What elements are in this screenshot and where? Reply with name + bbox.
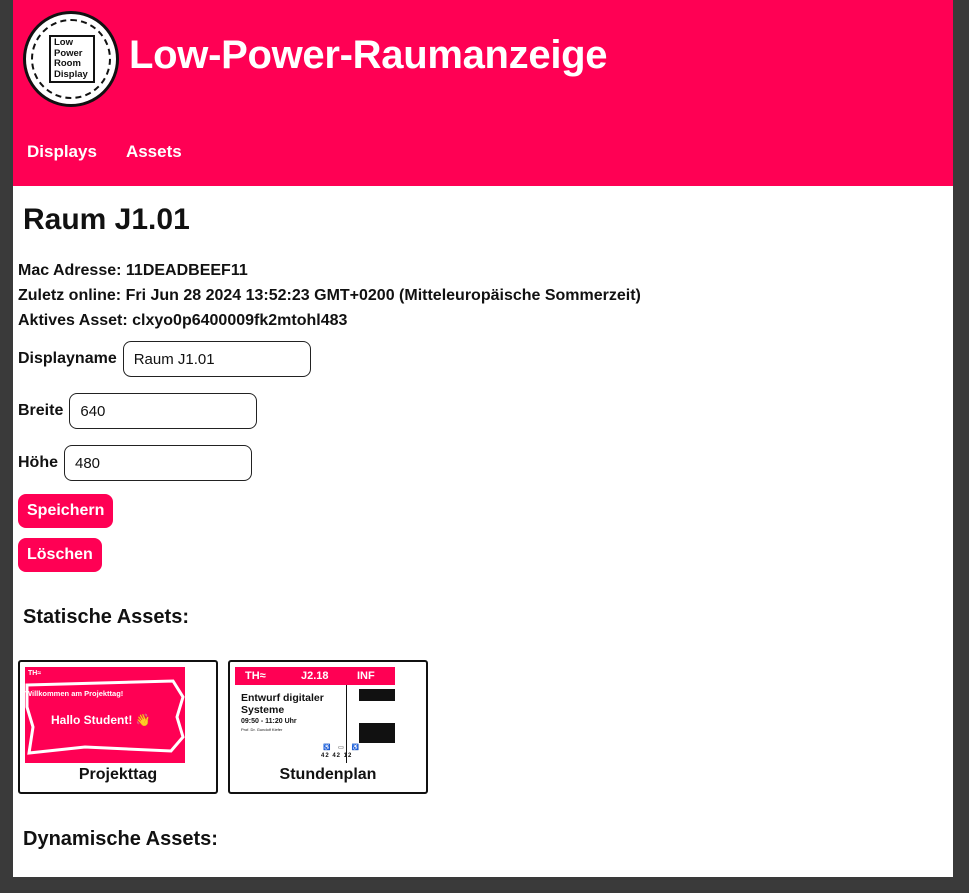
logo-line-3: Room: [54, 58, 81, 69]
app-title: Low-Power-Raumanzeige: [129, 33, 608, 77]
tha-logo: TH≈: [245, 670, 266, 682]
mac-value: 11DEADBEEF11: [125, 262, 248, 279]
app-logo: Low Power Room Display: [23, 11, 119, 107]
displayname-label: Displayname: [18, 350, 117, 367]
width-field-row: Breite: [18, 393, 258, 429]
height-field-row: Höhe: [18, 445, 252, 481]
header: Low Power Room Display Low-Power-Raumanz…: [13, 0, 953, 186]
nav-assets[interactable]: Assets: [126, 142, 182, 162]
asset-value: clxyo0p6400009fk2mtohl483: [132, 312, 348, 329]
page-frame: Low Power Room Display Low-Power-Raumanz…: [13, 0, 953, 877]
mac-row: Mac Adresse: 11DEADBEEF11: [18, 258, 641, 283]
asset-thumbnail: TH≈ J2.18 INF Entwurf digitaler Systeme …: [235, 667, 395, 763]
thumbnail-welcome-text: Willkommen am Projekttag!: [25, 689, 124, 698]
online-value: Fri Jun 28 2024 13:52:23 GMT+0200 (Mitte…: [125, 287, 641, 304]
delete-button[interactable]: Löschen: [18, 538, 102, 572]
thumbnail-room: J2.18: [301, 670, 329, 682]
static-assets-heading: Statische Assets:: [23, 606, 189, 628]
schedule-block: [359, 723, 395, 743]
thumbnail-time: 09:50 - 11:20 Uhr: [241, 718, 297, 725]
online-row: Zuletz online: Fri Jun 28 2024 13:52:23 …: [18, 283, 641, 308]
schedule-block: [359, 689, 395, 701]
nav-displays[interactable]: Displays: [27, 142, 97, 162]
thumbnail-schedule: [346, 685, 395, 763]
asset-label: Aktives Asset:: [18, 312, 128, 329]
thumbnail-prof: Prof. Dr. Gundolf Kiefer: [241, 727, 283, 732]
tha-logo: TH≈: [28, 670, 42, 677]
height-label: Höhe: [18, 454, 58, 471]
dynamic-assets-heading: Dynamische Assets:: [23, 828, 218, 850]
asset-card-stundenplan[interactable]: TH≈ J2.18 INF Entwurf digitaler Systeme …: [228, 660, 428, 794]
online-label: Zuletz online:: [18, 287, 122, 304]
width-label: Breite: [18, 402, 64, 419]
height-input[interactable]: [64, 445, 252, 481]
asset-card-projekttag[interactable]: TH≈ Willkommen am Projekttag! Hallo Stud…: [18, 660, 218, 794]
page-title: Raum J1.01: [23, 203, 190, 236]
asset-thumbnail: TH≈ Willkommen am Projekttag! Hallo Stud…: [25, 667, 185, 763]
width-input[interactable]: [69, 393, 258, 429]
thumbnail-dept: INF: [357, 670, 375, 682]
thumbnail-lecture: Entwurf digitaler Systeme: [241, 692, 324, 716]
thumbnail-header-bar: TH≈ J2.18 INF: [235, 667, 395, 685]
asset-label: Stundenplan: [279, 766, 377, 783]
displayname-input[interactable]: [122, 341, 311, 377]
logo-chip: Low Power Room Display: [49, 35, 95, 83]
asset-row: Aktives Asset: clxyo0p6400009fk2mtohl483: [18, 308, 641, 333]
mac-label: Mac Adresse:: [18, 262, 122, 279]
thumbnail-hello-text: Hallo Student! 👋: [51, 713, 151, 727]
main-nav: Displays Assets: [27, 142, 182, 162]
save-button[interactable]: Speichern: [18, 494, 114, 528]
logo-line-4: Display: [54, 68, 88, 80]
asset-label: Projekttag: [78, 766, 158, 783]
display-info: Mac Adresse: 11DEADBEEF11 Zuletz online:…: [18, 258, 641, 333]
logo-line-1: Low: [54, 37, 73, 48]
displayname-field-row: Displayname: [18, 341, 311, 377]
